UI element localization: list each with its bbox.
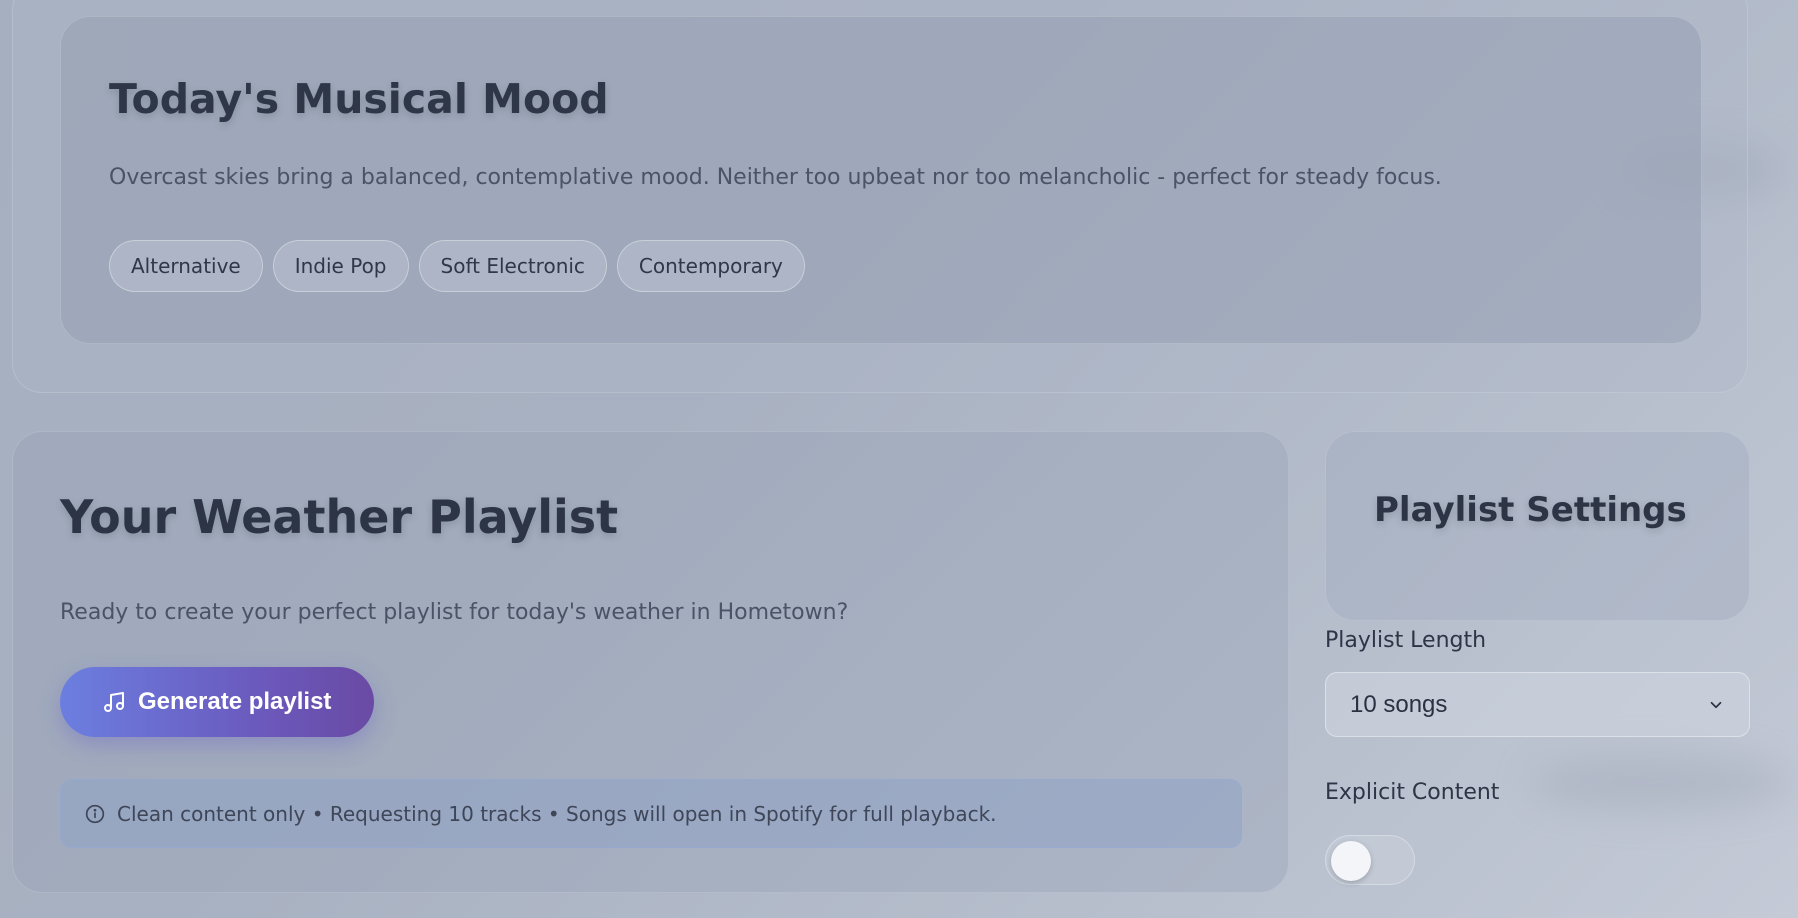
playlist-title: Your Weather Playlist (60, 490, 619, 544)
genre-chip: Contemporary (616, 240, 805, 292)
playlist-length-select[interactable]: 10 songs (1325, 672, 1750, 737)
playlist-card: Your Weather Playlist Ready to create yo… (12, 431, 1289, 893)
info-icon (85, 804, 105, 823)
settings-title: Playlist Settings (1374, 490, 1687, 530)
playlist-description: Ready to create your perfect playlist fo… (60, 600, 849, 625)
settings-card: Playlist Settings (1325, 431, 1750, 621)
toggle-knob (1331, 841, 1371, 881)
playlist-length-value: 10 songs (1350, 690, 1448, 718)
explicit-content-label: Explicit Content (1325, 780, 1500, 805)
mood-description: Overcast skies bring a balanced, contemp… (109, 165, 1442, 190)
generate-playlist-label: Generate playlist (138, 688, 332, 715)
info-text: Clean content only • Requesting 10 track… (117, 801, 997, 826)
genre-chip: Alternative (109, 240, 263, 292)
genre-chip: Indie Pop (272, 240, 409, 292)
music-note-icon (104, 692, 124, 712)
chevron-down-icon (1710, 701, 1722, 708)
mood-card: Today's Musical Mood Overcast skies brin… (60, 16, 1702, 344)
explicit-content-toggle[interactable] (1325, 835, 1415, 885)
mood-title: Today's Musical Mood (109, 75, 609, 123)
playlist-length-label: Playlist Length (1325, 628, 1487, 653)
genre-chip: Soft Electronic (418, 240, 607, 292)
genre-chip-list: Alternative Indie Pop Soft Electronic Co… (109, 240, 805, 292)
info-banner: Clean content only • Requesting 10 track… (60, 779, 1242, 848)
generate-playlist-button[interactable]: Generate playlist (60, 667, 374, 737)
cloud-decoration (1530, 755, 1790, 810)
